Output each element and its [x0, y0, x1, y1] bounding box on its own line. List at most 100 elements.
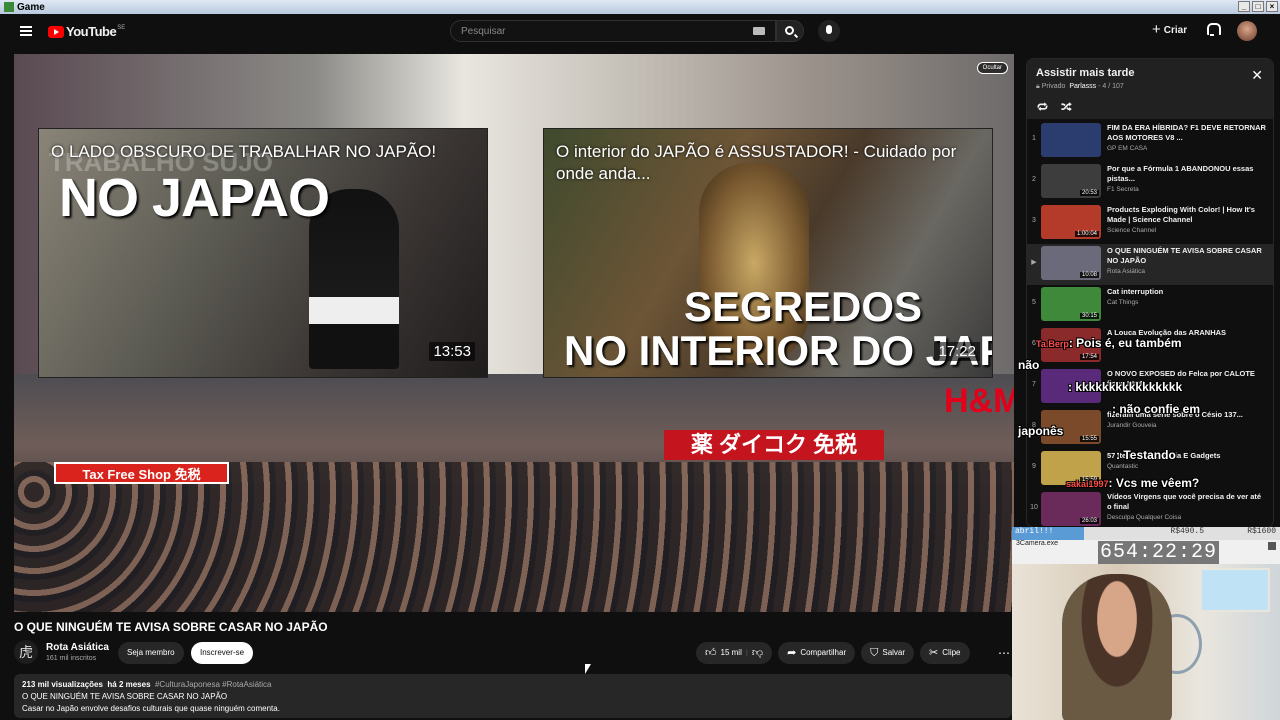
save-label: Salvar — [882, 648, 906, 657]
playlist-item-title[interactable]: fizeram uma série sobre o Césio 137... — [1107, 410, 1267, 420]
playlist-item-index: 1 — [1032, 135, 1036, 142]
playlist-item-title[interactable]: O NOVO EXPOSED do Felca por CALOTE ficou… — [1107, 369, 1267, 389]
playlist-item-index: 2 — [1032, 176, 1036, 183]
close-button[interactable]: × — [1266, 1, 1278, 12]
avatar[interactable] — [1237, 21, 1257, 41]
clip-label: Clipe — [942, 648, 961, 657]
playlist-item-channel: Desculpa Qualquer Coisa — [1107, 514, 1182, 521]
playlist-item-duration: 26:03 — [1079, 518, 1099, 524]
playlist-item-thumbnail[interactable]: 26:03 — [1041, 492, 1101, 526]
hashtags[interactable]: #CulturaJaponesa #RotaAsiática — [155, 680, 272, 689]
more-options-icon[interactable]: ⋯ — [998, 646, 1010, 660]
playlist-item[interactable]: 10 26:03 Vídeos Virgens que você precisa d… — [1027, 490, 1273, 527]
playlist-item-thumbnail[interactable]: 17:54 — [1041, 328, 1101, 362]
playlist-header: Assistir mais tarde 🔒︎ Privado Parlasss … — [1027, 59, 1273, 119]
create-button[interactable]: + Criar — [1152, 22, 1187, 37]
playlist-item[interactable]: 6 17:54 A Louca Evolução das ARANHAS — [1027, 326, 1273, 367]
maximize-button[interactable]: □ — [1252, 1, 1264, 12]
playlist-item-index: ▶ — [1031, 259, 1037, 266]
playlist-item[interactable]: 2 20:53 Por que a Fórmula 1 ABANDONOU essa… — [1027, 162, 1273, 203]
close-icon[interactable] — [1268, 542, 1276, 550]
channel-avatar[interactable]: 虎 — [14, 640, 38, 664]
playlist-item[interactable]: 5 30:15 Cat interruption Cat Things — [1027, 285, 1273, 326]
playlist-item-info: FIM DA ERA HÍBRIDA? F1 DEVE RETORNAR AOS… — [1107, 123, 1267, 152]
search-placeholder: Pesquisar — [461, 25, 506, 37]
playlist-item-thumbnail[interactable] — [1041, 123, 1101, 157]
taxfree-sign: Tax Free Shop 免税 — [54, 462, 229, 484]
playlist-item[interactable]: 3 1:00:04 Products Exploding With Color! |… — [1027, 203, 1273, 244]
thumbs-down-icon[interactable]: 👎︎ — [752, 647, 763, 659]
playlist-item-title[interactable]: Products Exploding With Color! | How It'… — [1107, 205, 1267, 225]
playlist-item-info: Cat interruption Cat Things — [1107, 287, 1267, 306]
join-button[interactable]: Seja membro — [118, 642, 184, 664]
playlist-item[interactable]: 7 O NOVO EXPOSED do Felca por CALOTE fico… — [1027, 367, 1273, 408]
playlist-item-channel: Cat Things — [1107, 299, 1139, 306]
playlist-item-title[interactable]: Cat interruption — [1107, 287, 1267, 297]
end-screen-card-1[interactable]: TRABALHO SUJO NO JAPAO O LADO OBSCURO DE… — [38, 128, 488, 378]
share-button[interactable]: ➦ Compartilhar — [778, 642, 856, 664]
playlist-item-title[interactable]: Por que a Fórmula 1 ABANDONOU essas pist… — [1107, 164, 1267, 184]
playlist-item-info: Por que a Fórmula 1 ABANDONOU essas pist… — [1107, 164, 1267, 193]
playlist-item-duration: 17:54 — [1079, 354, 1099, 360]
playlist-item-thumbnail[interactable]: 10:08 — [1041, 246, 1101, 280]
playlist-position: 4 / 107 — [1102, 83, 1124, 90]
loop-icon[interactable]: 🔁︎ — [1037, 99, 1048, 115]
playlist-item-duration: 15:59 — [1079, 477, 1099, 483]
webcam-person — [1062, 574, 1172, 720]
mic-icon[interactable] — [818, 20, 840, 42]
search-input[interactable]: Pesquisar — [450, 20, 776, 42]
save-button[interactable]: ⛉ Salvar — [861, 642, 915, 664]
keyboard-icon[interactable] — [753, 27, 765, 35]
playlist-item-thumbnail[interactable]: 15:59 — [1041, 451, 1101, 485]
end-screen-card-2[interactable]: SEGREDOS NO INTERIOR DO JAPÃO O interior… — [543, 128, 993, 378]
playlist-item[interactable]: 9 15:59 57 Itens de Papelaria E Gadgets Qua… — [1027, 449, 1273, 490]
window-controls: _ □ × — [1238, 1, 1278, 12]
shuffle-icon[interactable]: 🔀︎ — [1061, 99, 1072, 115]
playlist-item-index: 7 — [1032, 381, 1036, 388]
bell-icon[interactable] — [1206, 23, 1221, 36]
description-box[interactable]: 213 mil visualizações há 2 meses #Cultur… — [14, 674, 1012, 718]
youtube-play-icon — [48, 25, 64, 38]
logo-region: SE — [117, 24, 126, 31]
playlist-item-thumbnail[interactable]: 1:00:04 — [1041, 205, 1101, 239]
playlist-item-thumbnail[interactable]: 20:53 — [1041, 164, 1101, 198]
like-count: 15 mil — [720, 648, 742, 657]
card-title: O LADO OBSCURO DE TRABALHAR NO JAPÃO! — [51, 142, 437, 161]
search-button[interactable] — [776, 20, 804, 42]
playlist-item[interactable]: ▶ 10:08 O QUE NINGUÉM TE AVISA SOBRE CASAR… — [1027, 244, 1273, 285]
playlist-item-info: A Louca Evolução das ARANHAS — [1107, 328, 1267, 340]
view-count: 213 mil visualizações — [22, 680, 103, 689]
description-line: Casar no Japão envolve desafios culturai… — [22, 704, 280, 713]
menu-icon[interactable] — [20, 26, 32, 36]
minimize-button[interactable]: _ — [1238, 1, 1250, 12]
playlist-item-duration: 10:08 — [1079, 272, 1099, 278]
hide-end-screen-button[interactable]: Ocultar — [976, 62, 1008, 74]
playlist-item-title[interactable]: Vídeos Virgens que você precisa de ver a… — [1107, 492, 1267, 512]
video-player[interactable]: Tax Free Shop 免税 薬 ダイコク 免税 H&M Ocultar T… — [14, 54, 1014, 612]
playlist-items: 1 FIM DA ERA HÍBRIDA? F1 DEVE RETORNAR AO… — [1027, 121, 1273, 527]
close-icon[interactable]: ✕ — [1251, 67, 1263, 84]
playlist-item[interactable]: 1 FIM DA ERA HÍBRIDA? F1 DEVE RETORNAR AO… — [1027, 121, 1273, 162]
playlist-owner[interactable]: Parlasss — [1069, 83, 1096, 90]
playlist-item-title[interactable]: O QUE NINGUÉM TE AVISA SOBRE CASAR NO JA… — [1107, 246, 1267, 266]
playlist-item-title[interactable]: 57 Itens de Papelaria E Gadgets — [1107, 451, 1267, 461]
like-button[interactable]: 👍︎ 15 mil | 👎︎ — [696, 642, 773, 664]
scissors-icon: ✂ — [929, 646, 939, 659]
playlist-item-channel: Rota Asiática — [1107, 268, 1145, 275]
daikoku-sign: 薬 ダイコク 免税 — [664, 430, 884, 460]
share-label: Compartilhar — [800, 648, 847, 657]
playlist-title[interactable]: Assistir mais tarde — [1036, 67, 1134, 79]
clip-button[interactable]: ✂ Clipe — [920, 642, 970, 664]
channel-name[interactable]: Rota Asiática — [46, 642, 109, 653]
playlist-item-thumbnail[interactable]: 30:15 — [1041, 287, 1101, 321]
playlist-item-thumbnail[interactable]: 15:55 — [1041, 410, 1101, 444]
playlist-item-index: 9 — [1032, 463, 1036, 470]
playlist-item-title[interactable]: A Louca Evolução das ARANHAS — [1107, 328, 1267, 338]
playlist-item[interactable]: 8 15:55 fizeram uma série sobre o Césio 13… — [1027, 408, 1273, 449]
playlist-panel: Assistir mais tarde 🔒︎ Privado Parlasss … — [1026, 58, 1274, 528]
playlist-item-title[interactable]: FIM DA ERA HÍBRIDA? F1 DEVE RETORNAR AOS… — [1107, 123, 1267, 143]
youtube-logo[interactable]: YouTube SE — [48, 24, 125, 39]
app-icon — [4, 2, 14, 12]
playlist-item-thumbnail[interactable] — [1041, 369, 1101, 403]
subscribe-button[interactable]: Inscrever-se — [191, 642, 254, 664]
